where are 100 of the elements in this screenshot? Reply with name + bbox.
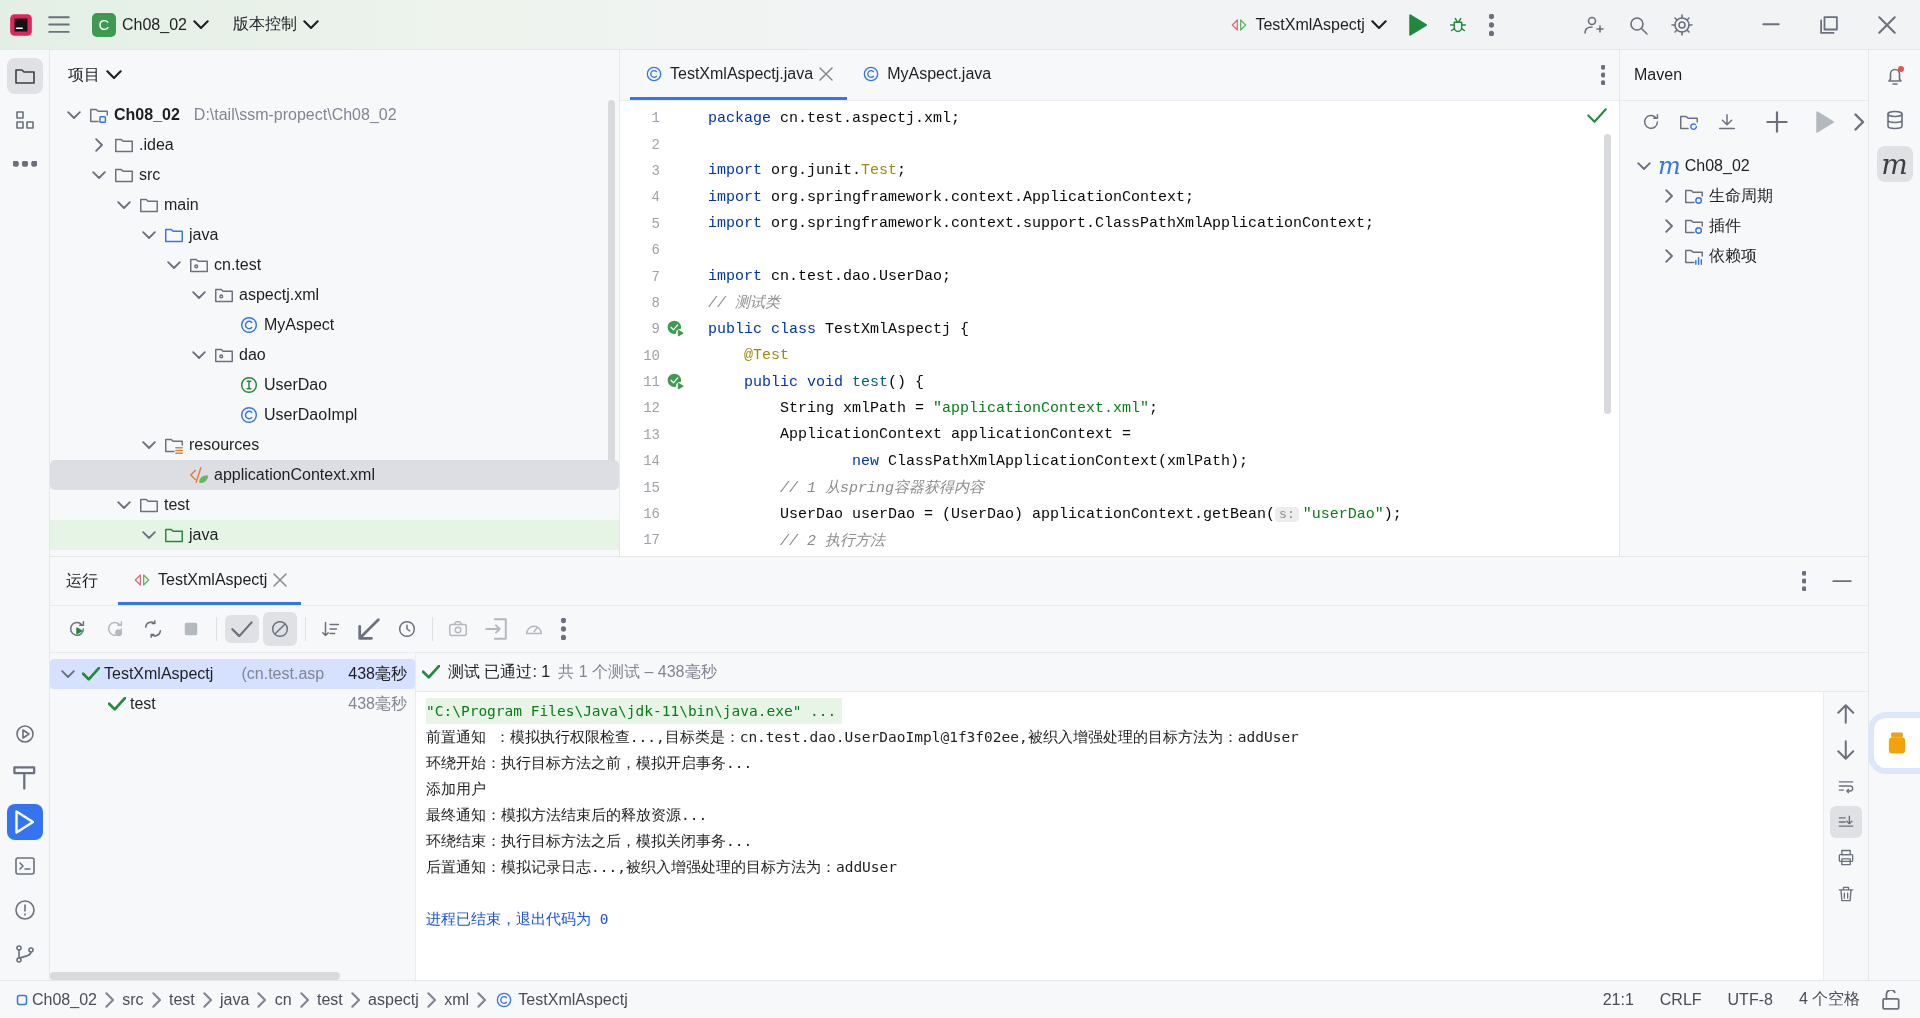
code-line: // 测试类 [707, 293, 780, 313]
code-line: // 1 从spring容器获得内容 [779, 478, 985, 498]
status-item[interactable]: CRLF [1649, 990, 1712, 1009]
code-line: ApplicationContext applicationContext = [779, 426, 1132, 444]
editor-tab[interactable]: MyAspect.java [847, 50, 1006, 100]
status-item[interactable]: 21:1 [1592, 990, 1644, 1009]
run-test-icon[interactable] [666, 372, 686, 393]
run-tab[interactable]: TestXmlAspectj [118, 557, 302, 605]
run-icon [1816, 111, 1835, 133]
maven-icon: m [1658, 152, 1681, 180]
folder-tool-button[interactable] [6, 58, 43, 94]
run-config-selector[interactable]: TestXmlAspectj [1221, 8, 1395, 41]
chevron-right-icon [426, 991, 437, 1008]
tree-item[interactable]: resources [50, 430, 619, 460]
code-line: @Test [743, 347, 789, 365]
terminal-icon [12, 854, 37, 878]
status-item[interactable]: UTF-8 [1717, 990, 1783, 1009]
tree-item[interactable]: 依赖项 [1620, 241, 1868, 271]
line-number: 15 [642, 479, 660, 496]
breadcrumb[interactable]: test [166, 990, 197, 1009]
line-number: 6 [650, 242, 660, 259]
chevron-right-icon [151, 991, 161, 1008]
import-icon [485, 618, 507, 640]
code-line: import org.junit.Test; [707, 162, 907, 180]
tree-item[interactable]: .idea [50, 130, 619, 160]
chevron-right-icon [257, 991, 267, 1008]
tree-item[interactable]: aspectj.xml [50, 280, 619, 310]
run-icon [14, 810, 35, 834]
code-line: package cn.test.aspectj.xml; [707, 109, 961, 127]
chevron-down-icon [1370, 19, 1387, 30]
cancel-button[interactable] [263, 612, 297, 646]
tree-item[interactable]: Ch08_02 D:\tail\ssm-propect\Ch08_02 [50, 100, 619, 130]
xml-file-icon [188, 464, 210, 486]
breadcrumb[interactable]: test [315, 990, 345, 1009]
run-tool-button[interactable] [6, 804, 43, 840]
tree-item[interactable]: dao [50, 340, 619, 370]
tree-item[interactable]: cn.test [50, 250, 619, 280]
tree-item[interactable]: applicationContext.xml [50, 460, 619, 490]
code-line: import org.springframework.context.support.ClassPathXmlApplicationContext; [707, 215, 1375, 233]
line-number: 3 [650, 162, 660, 179]
console-line: 最终通知：模拟方法结束后的释放资源... [426, 807, 708, 823]
tree-item[interactable]: java [50, 220, 619, 250]
test-tree-item[interactable]: TestXmlAspectj (cn.test.asp 438毫秒 [50, 659, 415, 689]
arrow-down-icon [1837, 740, 1855, 760]
toggle-icon [142, 618, 164, 640]
code-line: // 2 执行方法 [779, 531, 886, 550]
check-button[interactable] [225, 614, 259, 644]
run-icon [1408, 13, 1428, 36]
line-number: 10 [642, 347, 660, 364]
breadcrumb[interactable]: java [218, 990, 252, 1009]
close-icon [819, 66, 834, 81]
close-icon [1878, 15, 1896, 34]
line-number: 12 [642, 400, 660, 417]
editor-tab[interactable]: TestXmlAspectj.java [630, 50, 848, 100]
breadcrumb[interactable]: xml [442, 990, 472, 1009]
module-icon [16, 993, 28, 1006]
tree-item[interactable]: 生命周期 [1620, 181, 1868, 211]
line-number: 17 [642, 532, 660, 549]
breadcrumb[interactable]: Ch08_02 [14, 990, 99, 1009]
minimize-icon [1762, 23, 1780, 26]
check-icon [231, 620, 253, 638]
menu-icon [48, 15, 70, 34]
breadcrumb[interactable]: aspectj [366, 990, 421, 1009]
console-line: 后置通知：模拟记录日志...,被织入增强处理的目标方法为：addUser [426, 859, 898, 875]
tree-item[interactable]: UserDaoImpl [50, 400, 619, 430]
line-number: 16 [642, 506, 660, 523]
tree-item[interactable]: test [50, 490, 619, 520]
vcs-menu[interactable]: 版本控制 [224, 8, 327, 41]
breadcrumb[interactable]: TestXmlAspectj [492, 989, 630, 1010]
test-tree-item[interactable]: test 438毫秒 [50, 689, 415, 719]
tree-item[interactable]: 插件 [1620, 211, 1868, 241]
panel-title: Maven [1634, 66, 1683, 84]
status-item[interactable]: 4 个空格 [1788, 989, 1871, 1010]
tree-item[interactable]: UserDao [50, 370, 619, 400]
tree-item[interactable]: src [50, 160, 619, 190]
breadcrumb[interactable]: src [120, 990, 146, 1009]
chevron-right-icon [1854, 113, 1865, 131]
breadcrumb[interactable]: cn [272, 990, 294, 1009]
tree-item[interactable]: MyAspect [50, 310, 619, 340]
project-switcher[interactable]: C Ch08_02 [84, 6, 217, 43]
plus-icon [1766, 111, 1788, 133]
scrollbar[interactable] [50, 972, 340, 980]
project-view-selector[interactable]: 项目 [64, 60, 126, 90]
scrollbar[interactable] [1604, 134, 1611, 414]
code-line: UserDao userDao = (UserDao) applicationContext.getBean( s: "userDao"); [779, 505, 1402, 523]
line-number: 4 [650, 189, 660, 206]
console-line: 前置通知 ：模拟执行权限检查...,目标类是：cn.test.dao.UserDaoImpl@1f3f02ee,被织入增强处理的目标方法为：addUser [426, 729, 1299, 745]
maven-tool-button[interactable]: m [1876, 146, 1913, 182]
hammer-icon [13, 766, 36, 790]
code-line: import cn.test.dao.UserDao; [707, 268, 952, 286]
arrow-up-icon [1837, 704, 1855, 724]
panel-title: 运行 [65, 570, 99, 591]
tree-item[interactable]: main [50, 190, 619, 220]
code-line: String xmlPath = "applicationContext.xml"; [779, 400, 1159, 417]
scrollbar[interactable] [608, 100, 615, 462]
test-detail: 共 1 个测试 – 438毫秒 [558, 661, 717, 682]
tree-item[interactable]: java [50, 520, 619, 550]
scroll-to-end-button[interactable] [1830, 806, 1862, 838]
run-test-icon[interactable] [666, 319, 686, 340]
console-line: 添加用户 [426, 781, 486, 797]
